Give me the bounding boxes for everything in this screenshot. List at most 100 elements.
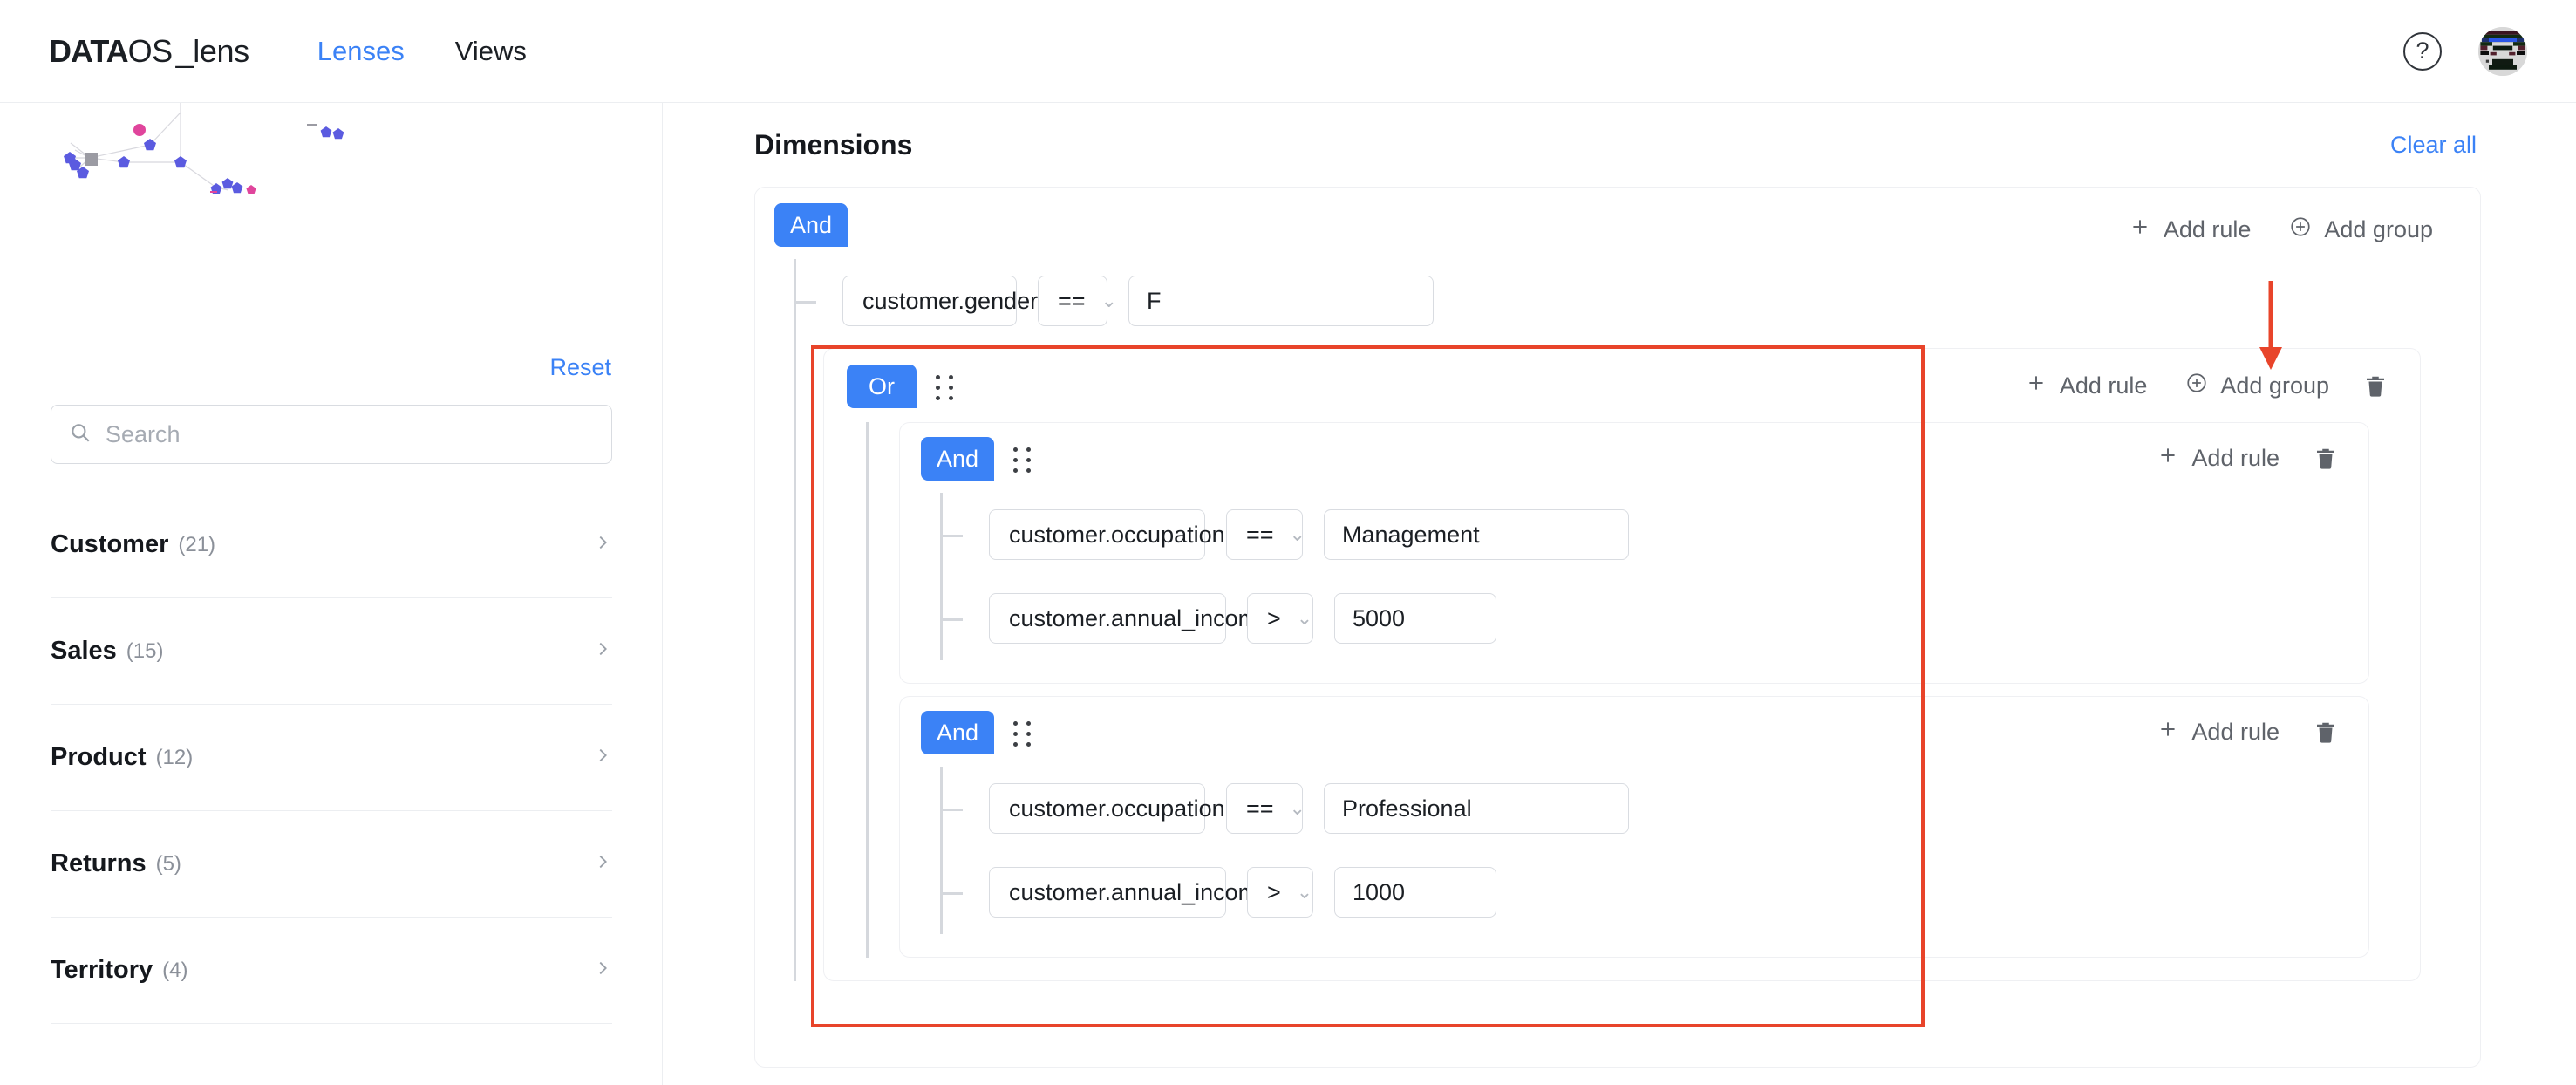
plus-icon [2129,215,2151,244]
drag-handle-icon[interactable] [1013,447,1032,474]
rule-operator-select[interactable]: == ⌄ [1038,276,1117,326]
rule-field-select[interactable]: customer.annual_income ⌄ [989,593,1303,644]
rule-field-select[interactable]: customer.gender ⌄ [842,276,1070,326]
add-rule-button[interactable]: Add rule [2006,363,2167,409]
add-group-button[interactable]: Add group [2270,207,2452,253]
trash-icon [2367,376,2384,397]
reset-link[interactable]: Reset [549,354,611,381]
rule-operator-select[interactable]: == ⌄ [1226,509,1305,560]
and-subgroup-2-operator-badge[interactable]: And [921,711,995,754]
chevron-down-icon: ⌄ [1289,797,1305,819]
or-group-body: And Add rule customer.occupation == ⌄ Ma… [866,422,2420,958]
trash-icon [2317,448,2334,469]
sidebar-item-label: Product [51,743,147,771]
brand-os-text: OS [127,32,174,69]
sidebar-item-count: (15) [126,638,164,663]
delete-group-button[interactable] [2299,711,2353,754]
root-group-operator-badge[interactable]: And [774,203,848,247]
help-icon[interactable]: ? [2403,31,2442,71]
or-group-operator-badge[interactable]: Or [847,365,917,408]
avatar-identicon-icon [2478,26,2527,76]
add-rule-label: Add rule [2163,216,2252,242]
rule-field-value: customer.gender [862,287,1039,314]
group-spine [794,259,796,981]
drag-handle-icon[interactable] [936,375,955,401]
add-rule-button[interactable]: Add rule [2137,435,2299,481]
and-subgroup-2: And Add rule customer.occupation == ⌄ Pr… [899,696,2369,958]
root-group-header: And Add rule Add group [774,203,2463,259]
sidebar-item-returns[interactable]: Returns (5) [51,811,612,918]
rule-connector [794,301,816,304]
rule-connector [940,809,963,811]
rule-row: customer.annual_income ⌄ > ⌄ [940,577,2368,660]
rule-operator-value: == [1246,795,1274,822]
sidebar-item-customer[interactable]: Customer (21) [51,492,612,598]
sidebar-item-territory[interactable]: Territory (4) [51,918,612,1024]
add-rule-label: Add rule [2191,445,2280,471]
sidebar-item-product[interactable]: Product (12) [51,705,612,811]
plus-icon [2025,372,2048,400]
rule-value-input[interactable] [1324,783,1629,834]
rule-operator-value: == [1058,287,1086,314]
avatar[interactable] [2478,26,2527,76]
add-rule-button[interactable]: Add rule [2109,207,2271,253]
rule-field-value: customer.annual_income [1009,878,1271,905]
rule-value-input[interactable] [1334,867,1496,918]
sidebar-item-count: (5) [155,851,181,876]
and-subgroup-1: And Add rule customer.occupation == ⌄ Ma… [899,422,2369,684]
sidebar-item-count: (21) [178,532,216,556]
rule-field-value: customer.annual_income [1009,604,1271,631]
and-subgroup-2-header: And Add rule [900,697,2368,767]
and-subgroup-1-body: customer.occupation ⌄ == ⌄ [940,493,2368,660]
main-panel: Dimensions Clear all And Add rule Add gr… [664,103,2576,1085]
chevron-down-icon: ⌄ [1296,881,1313,903]
rule-row: customer.gender ⌄ == ⌄ [794,259,2463,343]
rule-row: customer.annual_income ⌄ > ⌄ [940,850,2368,934]
sidebar-item-sales[interactable]: Sales (15) [51,598,612,705]
header-actions: ? [2403,26,2527,76]
nav-item-lenses[interactable]: Lenses [317,36,405,67]
search-box[interactable] [51,405,612,464]
and-subgroup-1-header: And Add rule [900,423,2368,493]
search-input[interactable] [104,420,594,449]
rule-field-value: customer.occupation [1009,521,1225,548]
drag-handle-icon[interactable] [1013,721,1032,747]
rule-field-select[interactable]: customer.occupation ⌄ [989,783,1257,834]
rule-field-select[interactable]: customer.annual_income ⌄ [989,867,1303,918]
brand-logo[interactable]: DATA OS _lens [49,33,249,70]
add-rule-label: Add rule [2191,719,2280,745]
group-spine [866,422,869,958]
sidebar-item-count: (4) [162,958,188,982]
trash-icon [2317,722,2334,743]
clear-all-link[interactable]: Clear all [2390,132,2477,159]
rule-value-input[interactable] [1128,276,1434,326]
chevron-right-icon [593,959,612,982]
entity-graph-visualization[interactable] [0,103,663,208]
sidebar-item-label: Customer [51,530,169,558]
rule-operator-select[interactable]: == ⌄ [1226,783,1305,834]
rule-operator-value: > [1267,878,1281,905]
rule-operator-select[interactable]: > ⌄ [1247,867,1313,918]
plus-icon [2157,444,2179,473]
add-group-label: Add group [2324,216,2433,242]
and-subgroup-1-actions: Add rule [2137,435,2353,481]
add-rule-button[interactable]: Add rule [2137,709,2299,755]
rule-value-input[interactable] [1334,593,1496,644]
rule-connector [940,618,963,621]
delete-group-button[interactable] [2348,365,2402,408]
rule-operator-select[interactable]: > ⌄ [1247,593,1313,644]
delete-group-button[interactable] [2299,437,2353,481]
rule-row: customer.occupation ⌄ == ⌄ [940,493,2368,577]
or-group-actions: Add rule Add group [2006,363,2402,409]
rule-field-select[interactable]: customer.occupation ⌄ [989,509,1257,560]
add-group-button[interactable]: Add group [2166,363,2348,409]
sidebar: Reset Customer (21) Sales (15) Product (… [0,103,663,1085]
root-group-body: customer.gender ⌄ == ⌄ Or [794,259,2463,981]
and-subgroup-2-actions: Add rule [2137,709,2353,755]
chevron-right-icon [593,533,612,556]
brand-data-text: DATA [49,32,129,69]
rule-value-input[interactable] [1324,509,1629,560]
chevron-down-icon: ⌄ [1296,607,1313,629]
and-subgroup-1-operator-badge[interactable]: And [921,437,995,481]
nav-item-views[interactable]: Views [455,36,527,67]
